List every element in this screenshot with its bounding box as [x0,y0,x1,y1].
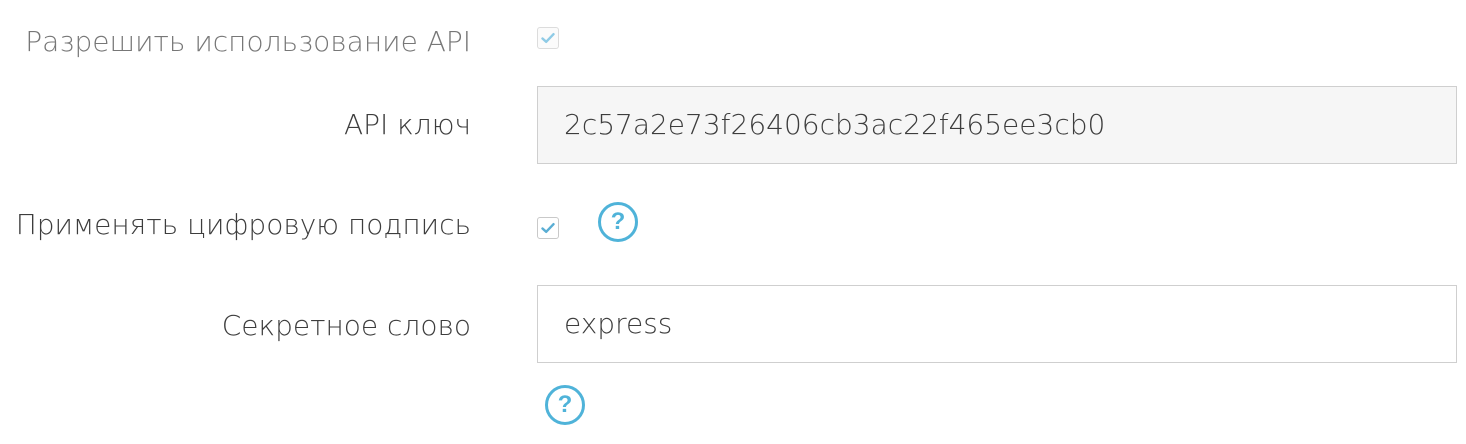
allow-api-checkbox[interactable] [537,27,559,49]
secret-word-label: Секретное слово [221,309,471,342]
checkmark-icon [541,33,555,43]
secret-word-input[interactable]: express [537,285,1457,363]
api-key-label: API ключ [343,108,471,141]
allow-api-label: Разрешить использование API [25,25,471,58]
checkmark-icon [541,223,555,233]
api-key-field[interactable]: 2c57a2e73f26406cb3ac22f465ee3cb0 [537,86,1457,164]
secret-word-help-icon[interactable]: ? [545,385,585,425]
signature-checkbox[interactable] [537,217,559,239]
signature-label: Применять цифровую подпись [15,208,471,241]
signature-help-icon[interactable]: ? [598,202,638,242]
